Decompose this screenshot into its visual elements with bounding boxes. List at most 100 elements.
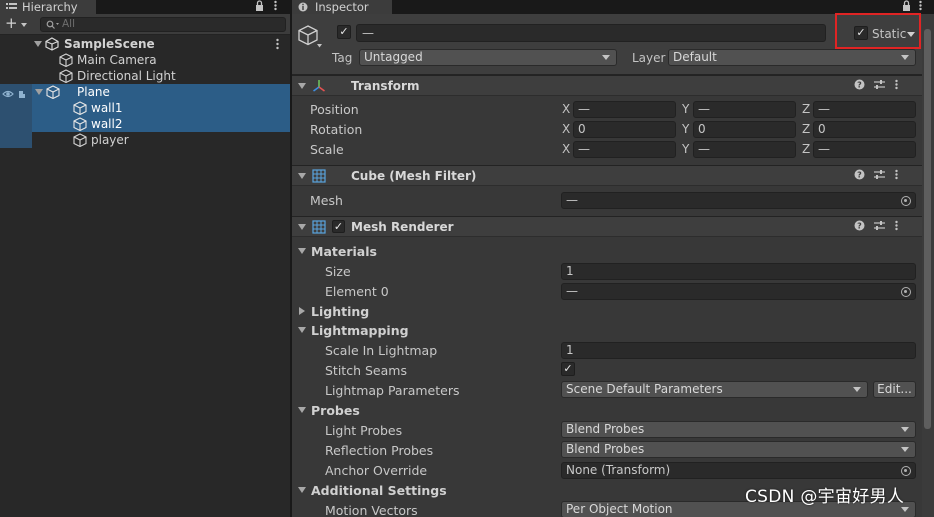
axis-z-label: Z bbox=[802, 142, 811, 156]
axis-y-label: Y bbox=[682, 122, 690, 136]
hierarchy-tabbar: Hierarchy bbox=[0, 0, 290, 14]
mesh-renderer-enabled-checkbox[interactable]: ✓ bbox=[332, 220, 345, 233]
hierarchy-search-input[interactable]: All bbox=[40, 17, 286, 32]
size-field[interactable]: 1 bbox=[561, 263, 916, 280]
hierarchy-row-wall2[interactable]: wall2 bbox=[32, 116, 290, 132]
rotation-z-field[interactable]: 0 bbox=[813, 121, 916, 138]
object-picker-icon[interactable] bbox=[901, 466, 911, 476]
more-menu-icon[interactable] bbox=[895, 169, 898, 184]
fold-arrow-icon[interactable] bbox=[298, 83, 306, 89]
object-picker-icon[interactable] bbox=[901, 196, 911, 206]
scale-y-field[interactable]: — bbox=[693, 141, 796, 158]
preset-icon[interactable] bbox=[874, 220, 885, 235]
inspector-scrollbar[interactable] bbox=[922, 14, 934, 517]
scale-z-field[interactable]: — bbox=[813, 141, 916, 158]
hierarchy-row-plane[interactable]: Plane bbox=[32, 84, 290, 100]
hierarchy-row-samplescene[interactable]: SampleScene bbox=[0, 36, 290, 52]
position-y-field[interactable]: — bbox=[693, 101, 796, 118]
fold-arrow-icon[interactable] bbox=[298, 327, 306, 333]
gameobject-icon bbox=[46, 85, 60, 99]
eye-icon[interactable] bbox=[2, 88, 30, 100]
light-probes-dropdown[interactable]: Blend Probes bbox=[561, 421, 916, 438]
rotation-x-field[interactable]: 0 bbox=[573, 121, 676, 138]
mesh-filter-component-header[interactable]: Cube (Mesh Filter) ? bbox=[292, 165, 922, 186]
materials-label[interactable]: Materials bbox=[311, 244, 377, 260]
fold-arrow-icon[interactable] bbox=[299, 307, 305, 315]
axis-x-label: X bbox=[562, 122, 571, 136]
more-menu-icon[interactable] bbox=[895, 220, 898, 235]
scale-label: Scale bbox=[310, 142, 344, 157]
object-picker-icon[interactable] bbox=[901, 287, 911, 297]
scrollbar-thumb[interactable] bbox=[924, 29, 931, 429]
element0-field[interactable]: — bbox=[561, 283, 916, 300]
additional-settings-label[interactable]: Additional Settings bbox=[311, 483, 447, 499]
help-icon[interactable]: ? bbox=[854, 169, 865, 184]
help-icon[interactable]: ? bbox=[854, 79, 865, 94]
inspector-tab-label: Inspector bbox=[315, 0, 369, 14]
mesh-label: Mesh bbox=[310, 193, 343, 208]
plus-icon: + bbox=[5, 14, 18, 32]
fold-arrow-icon[interactable] bbox=[298, 173, 306, 179]
hierarchy-row-main-camera[interactable]: Main Camera bbox=[0, 52, 290, 68]
hierarchy-row-label: Plane bbox=[77, 85, 110, 99]
chevron-down-icon bbox=[901, 507, 909, 512]
scale-x-field[interactable]: — bbox=[573, 141, 676, 158]
mesh-field[interactable]: — bbox=[561, 192, 916, 209]
mesh-filter-title: Cube (Mesh Filter) bbox=[351, 169, 477, 183]
fold-arrow-icon[interactable] bbox=[35, 89, 43, 95]
lighting-label[interactable]: Lighting bbox=[311, 304, 369, 320]
reflection-probes-dropdown[interactable]: Blend Probes bbox=[561, 441, 916, 458]
active-checkbox[interactable]: ✓ bbox=[337, 25, 351, 39]
axis-x-label: X bbox=[562, 142, 571, 156]
hierarchy-tab[interactable]: Hierarchy bbox=[0, 0, 96, 14]
mesh-renderer-component-header[interactable]: ✓ Mesh Renderer ? bbox=[292, 216, 922, 237]
fold-arrow-icon[interactable] bbox=[298, 487, 306, 493]
fold-arrow-icon[interactable] bbox=[298, 407, 306, 413]
hierarchy-row-wall1[interactable]: wall1 bbox=[32, 100, 290, 116]
hierarchy-row-label: SampleScene bbox=[64, 37, 155, 51]
layer-dropdown[interactable]: Default bbox=[668, 49, 916, 66]
fold-arrow-icon[interactable] bbox=[298, 224, 306, 230]
svg-text:?: ? bbox=[857, 81, 862, 90]
watermark: CSDN @宇宙好男人 bbox=[745, 487, 905, 507]
probes-label[interactable]: Probes bbox=[311, 403, 360, 419]
anchor-override-field[interactable]: None (Transform) bbox=[561, 462, 916, 479]
position-z-field[interactable]: — bbox=[813, 101, 916, 118]
position-x-field[interactable]: — bbox=[573, 101, 676, 118]
search-icon bbox=[46, 20, 59, 29]
edit-button[interactable]: Edit... bbox=[873, 381, 916, 398]
transform-component-header[interactable]: Transform ? bbox=[292, 75, 922, 96]
mesh-renderer-title: Mesh Renderer bbox=[351, 220, 454, 234]
fold-arrow-icon[interactable] bbox=[298, 248, 306, 254]
scale-lightmap-field[interactable]: 1 bbox=[561, 342, 916, 359]
component-header-icons: ? bbox=[854, 220, 910, 234]
help-icon[interactable]: ? bbox=[854, 220, 865, 235]
object-name-field[interactable]: — bbox=[356, 24, 826, 42]
scale-lightmap-label: Scale In Lightmap bbox=[325, 343, 438, 358]
hierarchy-row-label: Main Camera bbox=[77, 53, 157, 67]
lock-icon[interactable] bbox=[902, 0, 911, 14]
element0-label: Element 0 bbox=[325, 284, 389, 299]
size-label: Size bbox=[325, 264, 351, 279]
fold-arrow-icon[interactable] bbox=[34, 41, 42, 47]
gameobject-icon bbox=[73, 101, 87, 115]
unity-scene-icon bbox=[45, 37, 59, 51]
inspector-tab[interactable]: Inspector bbox=[292, 0, 392, 14]
preset-icon[interactable] bbox=[874, 79, 885, 94]
lock-icon[interactable] bbox=[255, 0, 264, 14]
preset-icon[interactable] bbox=[874, 169, 885, 184]
hierarchy-row-player[interactable]: player bbox=[0, 132, 290, 148]
hierarchy-row-directional-light[interactable]: Directional Light bbox=[0, 68, 290, 84]
add-button[interactable]: + bbox=[5, 14, 33, 32]
more-menu-icon[interactable] bbox=[919, 0, 922, 14]
lightmap-params-label: Lightmap Parameters bbox=[325, 383, 460, 398]
rotation-y-field[interactable]: 0 bbox=[693, 121, 796, 138]
tag-dropdown[interactable]: Untagged bbox=[359, 49, 617, 66]
stitch-seams-checkbox[interactable]: ✓ bbox=[561, 362, 575, 376]
lightmapping-label[interactable]: Lightmapping bbox=[311, 323, 409, 339]
more-menu-icon[interactable] bbox=[274, 0, 277, 14]
gameobject-icon bbox=[73, 117, 87, 131]
search-placeholder: All bbox=[62, 18, 76, 30]
more-menu-icon[interactable] bbox=[895, 79, 898, 94]
lightmap-params-dropdown[interactable]: Scene Default Parameters bbox=[561, 381, 868, 398]
